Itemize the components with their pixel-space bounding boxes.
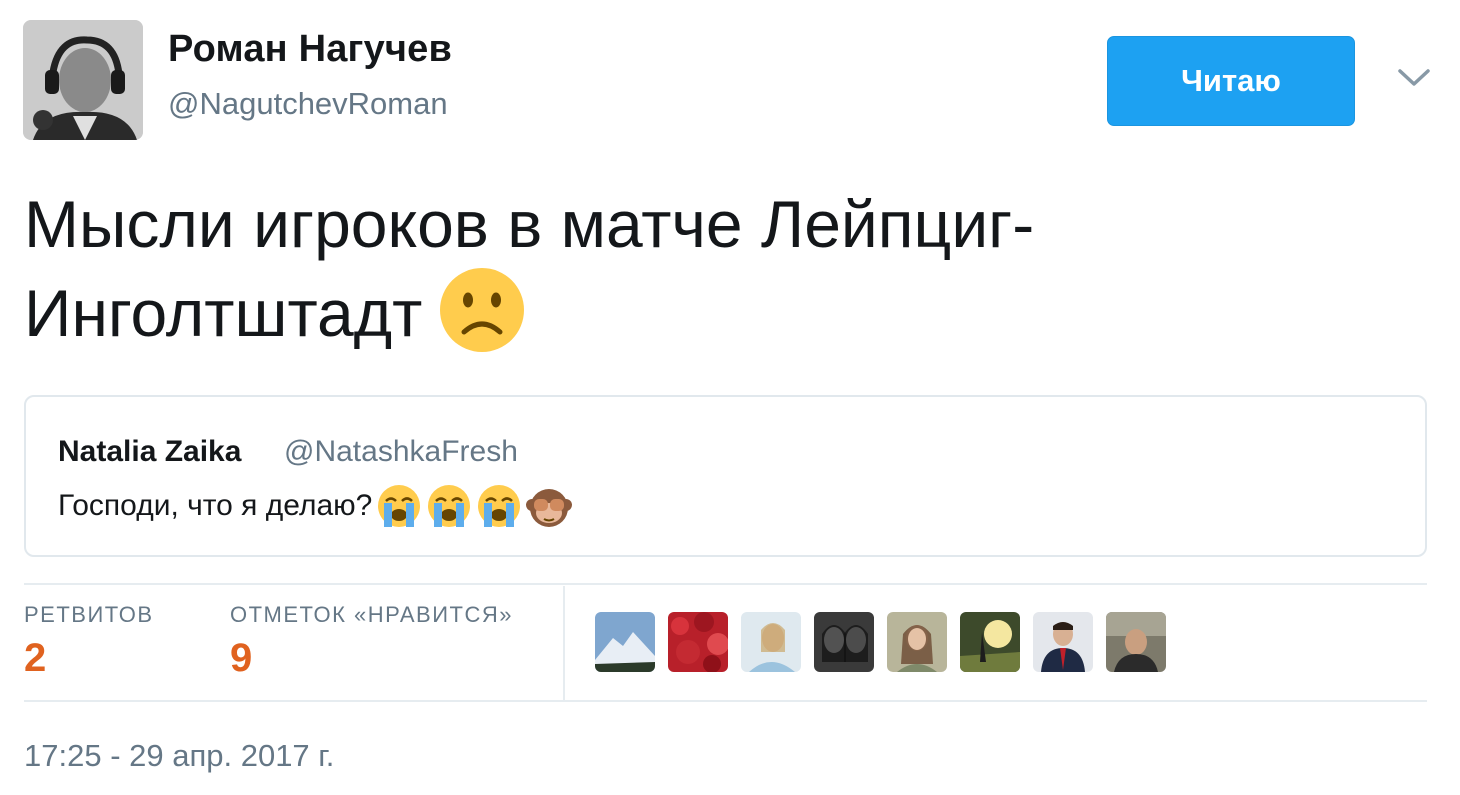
tweet-text-line-2-text: Инголтштадт <box>24 276 423 350</box>
author-handle[interactable]: @NagutchevRoman <box>168 86 448 122</box>
quoted-tweet-text: Господи, что я делаю? <box>58 483 573 529</box>
liker-avatar[interactable] <box>1106 612 1166 672</box>
tweet-timestamp[interactable]: 17:25 - 29 апр. 2017 г. <box>24 738 334 774</box>
liker-avatar[interactable] <box>741 612 801 672</box>
liker-avatar[interactable] <box>960 612 1020 672</box>
stats-bottom-divider <box>24 700 1427 702</box>
tweet-text: Мысли игроков в матче Лейпциг- Инголтшта… <box>24 182 1424 355</box>
stats-vertical-divider <box>563 586 565 700</box>
see-no-evil-monkey-icon <box>526 483 573 529</box>
quoted-tweet[interactable]: Natalia Zaika @NatashkaFresh Господи, чт… <box>24 395 1427 557</box>
quoted-tweet-text-body: Господи, что я делаю? <box>58 489 373 522</box>
author-display-name[interactable]: Роман Нагучев <box>168 28 452 71</box>
likes-label[interactable]: ОТМЕТОК «НРАВИТСЯ» <box>230 602 513 628</box>
retweets-label[interactable]: РЕТВИТОВ <box>24 602 154 628</box>
liker-avatar[interactable] <box>814 612 874 672</box>
quoted-tweet-name: Natalia Zaika <box>58 435 242 468</box>
chevron-down-icon[interactable] <box>1394 62 1434 94</box>
loudly-crying-face-icon <box>476 483 522 529</box>
likes-count[interactable]: 9 <box>230 636 252 681</box>
liker-avatar[interactable] <box>595 612 655 672</box>
tweet-text-line-2: Инголтштадт <box>24 266 1424 355</box>
liker-avatar[interactable] <box>668 612 728 672</box>
avatar-image <box>23 20 143 140</box>
quoted-tweet-handle: @NatashkaFresh <box>284 435 518 468</box>
liker-avatar[interactable] <box>1033 612 1093 672</box>
retweets-count[interactable]: 2 <box>24 636 46 681</box>
liker-avatar[interactable] <box>887 612 947 672</box>
author-avatar[interactable] <box>23 20 143 140</box>
stats-top-divider <box>24 583 1427 585</box>
tweet-text-line-1: Мысли игроков в матче Лейпциг- <box>24 187 1035 261</box>
tweet-card: Роман Нагучев @NagutchevRoman Читаю Мысл… <box>0 0 1460 795</box>
likers-avatars <box>595 612 1166 672</box>
follow-button[interactable]: Читаю <box>1107 36 1355 126</box>
slightly-frowning-face-icon <box>438 266 526 354</box>
loudly-crying-face-icon <box>376 483 422 529</box>
loudly-crying-face-icon <box>426 483 472 529</box>
